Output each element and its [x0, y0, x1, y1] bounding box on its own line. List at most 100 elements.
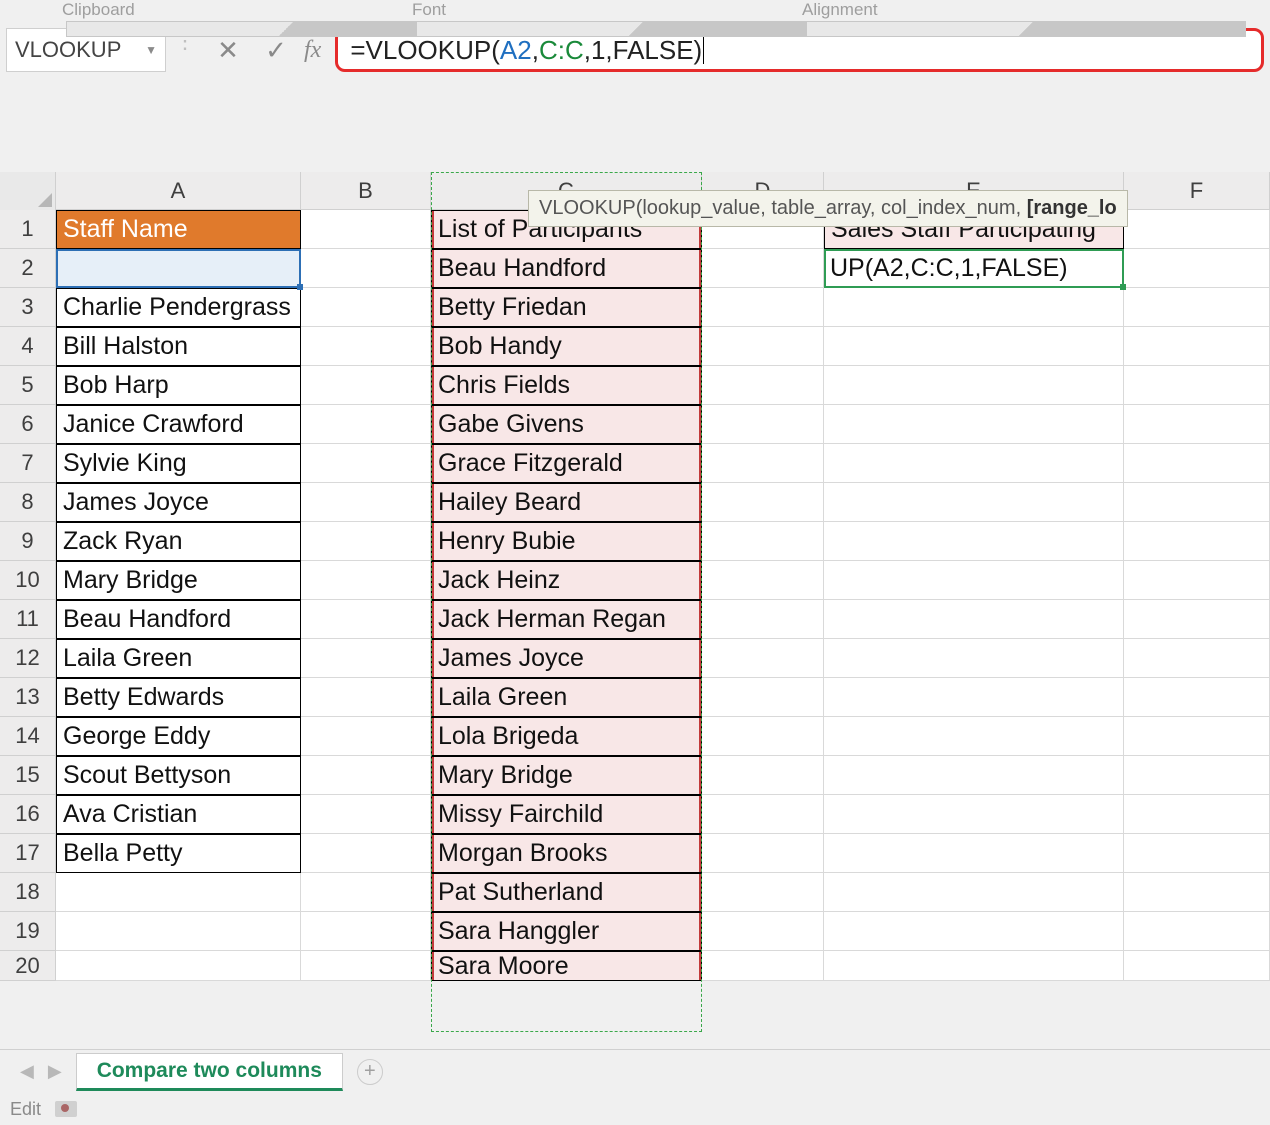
cell[interactable]: Betty Friedan [431, 288, 702, 327]
cell[interactable] [301, 795, 431, 834]
cell[interactable] [702, 717, 824, 756]
cell[interactable] [1124, 873, 1270, 912]
cell[interactable] [1124, 522, 1270, 561]
dialog-launcher-icon[interactable] [806, 21, 1246, 37]
cell[interactable]: Beau Handford [431, 249, 702, 288]
cell[interactable]: Pat Sutherland [431, 873, 702, 912]
cell[interactable] [1124, 717, 1270, 756]
cell[interactable] [824, 639, 1124, 678]
cell[interactable] [824, 522, 1124, 561]
cell[interactable] [301, 249, 431, 288]
cell[interactable] [301, 210, 431, 249]
cell[interactable] [301, 912, 431, 951]
cell[interactable] [301, 444, 431, 483]
cell[interactable] [1124, 639, 1270, 678]
row-header[interactable]: 9 [0, 522, 56, 561]
cell[interactable] [824, 483, 1124, 522]
cell[interactable] [702, 678, 824, 717]
cell[interactable] [301, 600, 431, 639]
cell[interactable] [824, 951, 1124, 981]
cell[interactable]: James Joyce [56, 483, 301, 522]
cell[interactable]: Chris Fields [431, 366, 702, 405]
cell[interactable]: Zack Ryan [56, 522, 301, 561]
cell[interactable] [301, 639, 431, 678]
cell[interactable] [1124, 249, 1270, 288]
cell[interactable] [824, 756, 1124, 795]
row-header[interactable]: 4 [0, 327, 56, 366]
cell[interactable] [824, 834, 1124, 873]
cell[interactable] [56, 951, 301, 981]
cell-e2-editing[interactable]: UP(A2,C:C,1,FALSE) [824, 249, 1124, 288]
cell[interactable] [824, 405, 1124, 444]
cell[interactable] [1124, 327, 1270, 366]
cell[interactable] [1124, 834, 1270, 873]
cell[interactable] [301, 756, 431, 795]
cell[interactable]: Grace Fitzgerald [431, 444, 702, 483]
fill-handle[interactable] [297, 284, 303, 290]
cell[interactable]: Lola Brigeda [431, 717, 702, 756]
row-header[interactable]: 1 [0, 210, 56, 249]
row-header[interactable]: 5 [0, 366, 56, 405]
cell[interactable] [301, 405, 431, 444]
cell[interactable] [702, 405, 824, 444]
row-header[interactable]: 7 [0, 444, 56, 483]
cell[interactable]: Sara Hanggler [431, 912, 702, 951]
cell[interactable] [702, 444, 824, 483]
cell[interactable]: Mike Hayes [56, 249, 301, 288]
row-header[interactable]: 3 [0, 288, 56, 327]
cell[interactable]: Bob Harp [56, 366, 301, 405]
cell[interactable] [301, 951, 431, 981]
dialog-launcher-icon[interactable] [416, 21, 856, 37]
col-header-a[interactable]: A [56, 172, 301, 209]
row-header[interactable]: 11 [0, 600, 56, 639]
row-header[interactable]: 10 [0, 561, 56, 600]
cell[interactable] [1124, 561, 1270, 600]
cell[interactable] [702, 249, 824, 288]
cell[interactable] [702, 522, 824, 561]
cell[interactable] [824, 912, 1124, 951]
row-header[interactable]: 20 [0, 951, 56, 981]
cell[interactable]: Ava Cristian [56, 795, 301, 834]
cell[interactable] [702, 639, 824, 678]
cell[interactable] [824, 288, 1124, 327]
cell[interactable] [56, 912, 301, 951]
cell[interactable] [301, 873, 431, 912]
cell[interactable] [301, 561, 431, 600]
cell[interactable] [1124, 912, 1270, 951]
row-header[interactable]: 16 [0, 795, 56, 834]
row-header[interactable]: 18 [0, 873, 56, 912]
row-header[interactable]: 13 [0, 678, 56, 717]
cell[interactable] [1124, 405, 1270, 444]
cell[interactable] [702, 561, 824, 600]
cell[interactable] [1124, 288, 1270, 327]
cell[interactable]: Henry Bubie [431, 522, 702, 561]
cell[interactable] [301, 288, 431, 327]
cell[interactable] [1124, 951, 1270, 981]
cell[interactable] [301, 717, 431, 756]
cell[interactable] [702, 834, 824, 873]
cell[interactable]: Charlie Pendergrass [56, 288, 301, 327]
row-header[interactable]: 15 [0, 756, 56, 795]
cell[interactable] [702, 756, 824, 795]
cell[interactable] [56, 873, 301, 912]
cell[interactable]: George Eddy [56, 717, 301, 756]
row-header[interactable]: 2 [0, 249, 56, 288]
cell[interactable] [824, 717, 1124, 756]
cell[interactable] [301, 327, 431, 366]
cell[interactable] [702, 912, 824, 951]
cell[interactable] [702, 483, 824, 522]
cell[interactable] [1124, 600, 1270, 639]
cell[interactable] [301, 483, 431, 522]
col-header-b[interactable]: B [301, 172, 431, 209]
cell[interactable]: Scout Bettyson [56, 756, 301, 795]
cell[interactable] [824, 366, 1124, 405]
cell[interactable]: Jack Heinz [431, 561, 702, 600]
cell[interactable]: Morgan Brooks [431, 834, 702, 873]
cell[interactable] [702, 327, 824, 366]
cell[interactable] [301, 678, 431, 717]
cell[interactable] [824, 795, 1124, 834]
fill-handle[interactable] [1120, 284, 1126, 290]
cell[interactable]: Missy Fairchild [431, 795, 702, 834]
cell[interactable] [1124, 366, 1270, 405]
cell[interactable] [1124, 795, 1270, 834]
